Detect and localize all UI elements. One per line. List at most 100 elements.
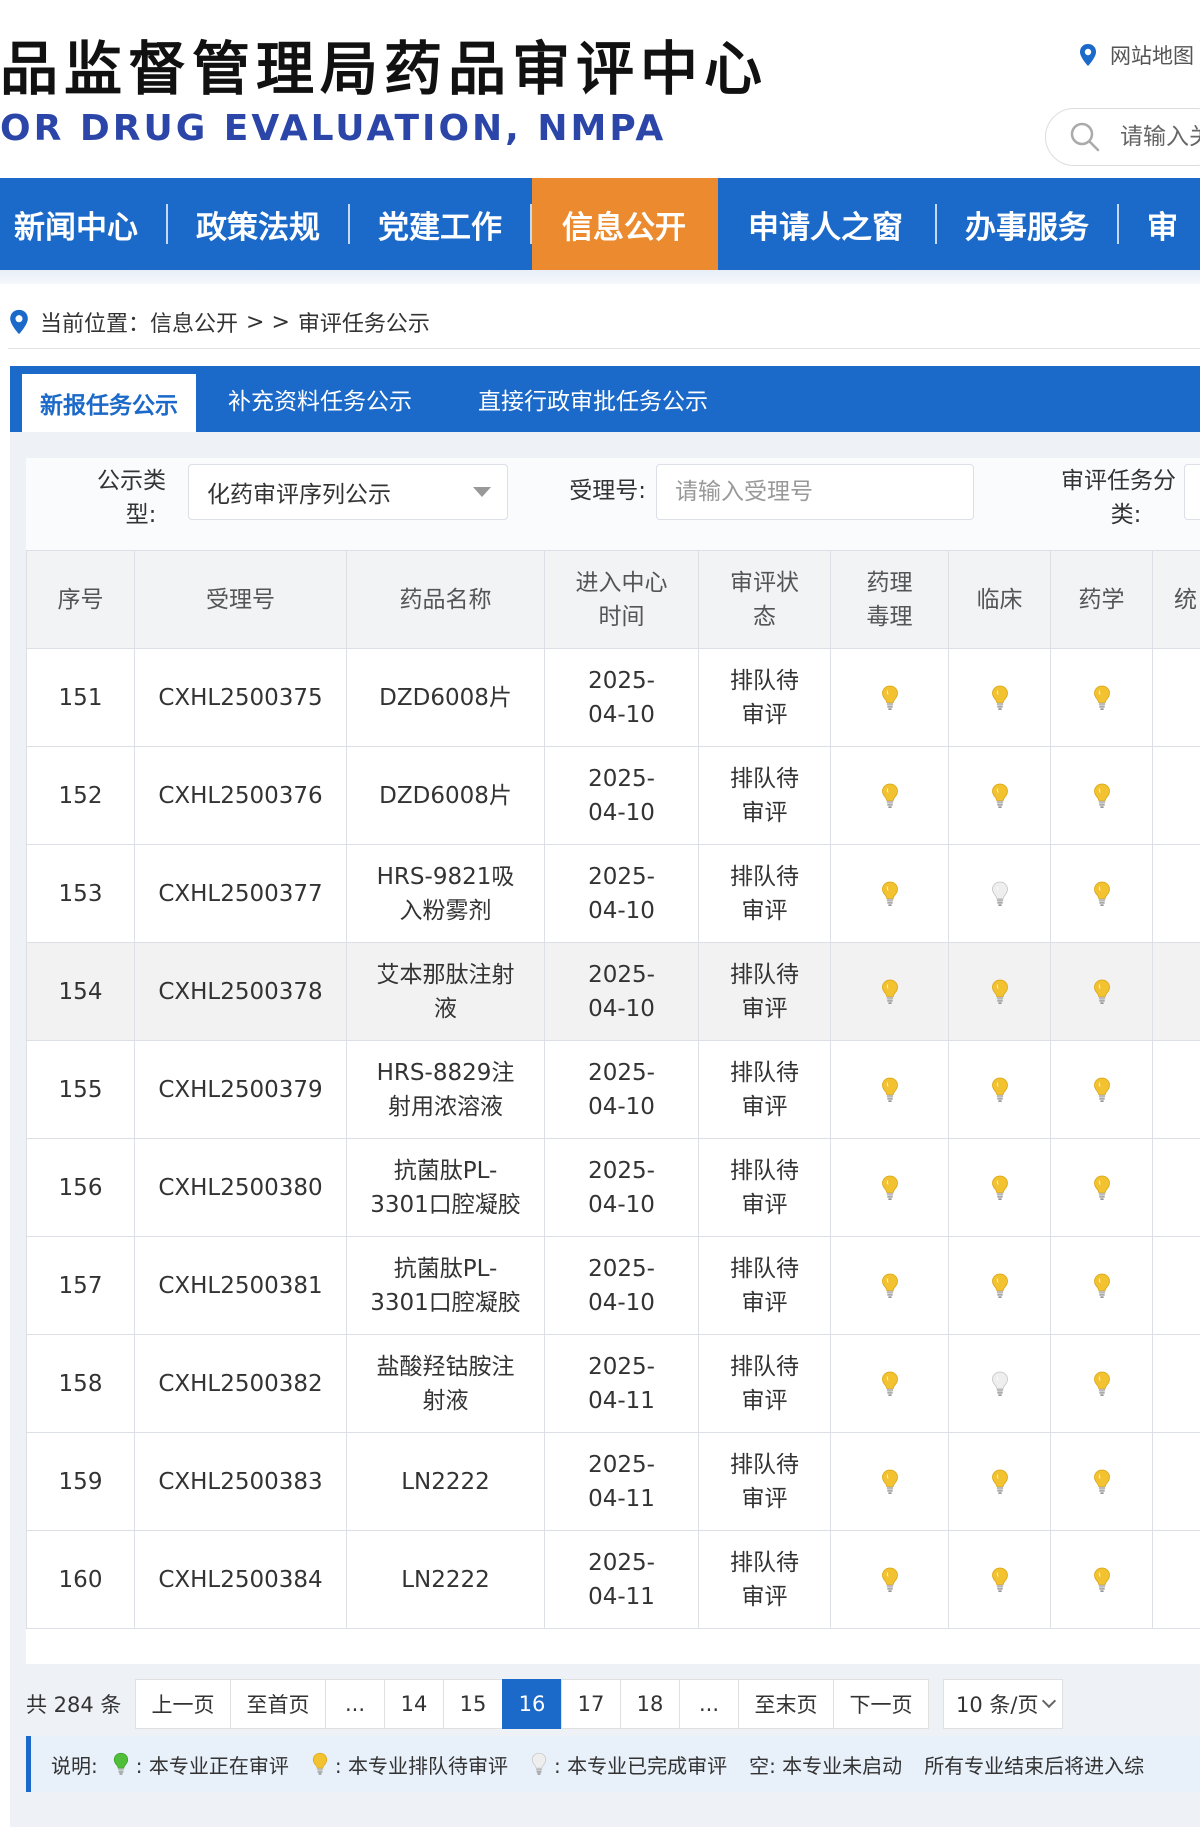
- nav-label: 新闻中心: [14, 209, 138, 246]
- chevron-down-icon: [1041, 1693, 1057, 1709]
- cell-review-status: 排队待 审评: [698, 1236, 831, 1335]
- bulb-yellow-icon: [1093, 685, 1110, 710]
- page-14[interactable]: 14: [384, 1679, 444, 1729]
- cell-pharmacy: [1050, 648, 1153, 747]
- legend-note-text: 所有专业结束后将进入综: [924, 1753, 1145, 1778]
- cell-entry-time: 2025- 04-11: [544, 1530, 699, 1629]
- page-ellipsis[interactable]: ...: [679, 1679, 739, 1729]
- bulb-yellow-icon: [881, 1273, 898, 1298]
- page-size-select[interactable]: 10 条/页: [943, 1679, 1063, 1729]
- table-row[interactable]: 159 CXHL2500383 LN2222 2025- 04-11 排队待 审评: [26, 1432, 1200, 1531]
- cell-accept-no[interactable]: CXHL2500377: [134, 844, 347, 943]
- cell-clinical: [948, 1040, 1051, 1139]
- search-icon[interactable]: [1068, 120, 1102, 154]
- nav-item-policy[interactable]: 政策法规: [168, 178, 348, 270]
- nav-item-info-public[interactable]: 信息公开: [532, 178, 718, 270]
- task-table-wrap: 序号 受理号 药品名称 进入中心 时间 审评状态 药理 毒理 临床 药学 统 151…: [26, 550, 1200, 1664]
- cell-accept-no[interactable]: CXHL2500381: [134, 1236, 347, 1335]
- prev-page-button[interactable]: 上一页: [135, 1679, 231, 1729]
- nav-label: 办事服务: [965, 209, 1089, 246]
- table-row[interactable]: 158 CXHL2500382 盐酸羟钴胺注 射液 2025- 04-11 排队待 审评: [26, 1334, 1200, 1433]
- table-row[interactable]: 153 CXHL2500377 HRS-9821吸 入粉雾剂 2025- 04-10 排队待…: [26, 844, 1200, 943]
- cell-drug-name: 抗菌肽PL- 3301口腔凝胶: [346, 1138, 545, 1237]
- breadcrumb-separator: > >: [246, 309, 290, 335]
- page-15[interactable]: 15: [443, 1679, 503, 1729]
- nav-item-party[interactable]: 党建工作: [350, 178, 530, 270]
- cell-seq: 156: [26, 1138, 135, 1237]
- status-legend: 说明: : 本专业正在审评 : 本专业排队待审评 : 本专业已完成审评 空: 本…: [26, 1736, 1200, 1792]
- tab-direct-approval-tasks[interactable]: 直接行政审批任务公示: [444, 366, 742, 432]
- cell-pharm-tox: [830, 1334, 949, 1433]
- cell-review-status: 排队待 审评: [698, 1432, 831, 1531]
- tab-supplement-tasks[interactable]: 补充资料任务公示: [196, 366, 444, 432]
- site-header: 品监督管理局药品审评中心 OR DRUG EVALUATION, NMPA 网站…: [0, 0, 1200, 180]
- site-search[interactable]: [1045, 108, 1200, 166]
- page-17[interactable]: 17: [561, 1679, 621, 1729]
- cell-entry-time: 2025- 04-10: [544, 1138, 699, 1237]
- search-input[interactable]: [1120, 124, 1200, 150]
- page-18[interactable]: 18: [620, 1679, 680, 1729]
- notice-type-value: 化药审评序列公示: [207, 482, 391, 508]
- site-title[interactable]: 品监督管理局药品审评中心: [0, 22, 768, 106]
- cell-clinical: [948, 1236, 1051, 1335]
- task-class-label-cont: 类:: [1110, 502, 1142, 528]
- tab-new-tasks[interactable]: 新报任务公示: [22, 374, 196, 432]
- page-16-current[interactable]: 16: [502, 1679, 562, 1729]
- bulb-yellow-icon: [312, 1752, 327, 1775]
- table-row[interactable]: 154 CXHL2500378 艾本那肽注射液 2025- 04-10 排队待 审评: [26, 942, 1200, 1041]
- cell-clinical: [948, 746, 1051, 845]
- sitemap-label[interactable]: 网站地图: [1110, 40, 1194, 70]
- cell-statistics: [1152, 1236, 1200, 1335]
- cell-accept-no[interactable]: CXHL2500376: [134, 746, 347, 845]
- cell-clinical: [948, 844, 1051, 943]
- nav-item-applicant[interactable]: 申请人之窗: [718, 178, 935, 270]
- cell-accept-no[interactable]: CXHL2500379: [134, 1040, 347, 1139]
- notice-type-select[interactable]: 化药审评序列公示: [188, 464, 508, 520]
- cell-entry-time: 2025- 04-10: [544, 844, 699, 943]
- cell-statistics: [1152, 1040, 1200, 1139]
- cell-accept-no[interactable]: CXHL2500375: [134, 648, 347, 747]
- next-page-button[interactable]: 下一页: [833, 1679, 929, 1729]
- cell-clinical: [948, 648, 1051, 747]
- accept-no-input[interactable]: [656, 464, 974, 520]
- bulb-yellow-icon: [1093, 979, 1110, 1004]
- cell-accept-no[interactable]: CXHL2500382: [134, 1334, 347, 1433]
- table-row[interactable]: 156 CXHL2500380 抗菌肽PL- 3301口腔凝胶 2025- 04-10 排队…: [26, 1138, 1200, 1237]
- page-ellipsis[interactable]: ...: [325, 1679, 385, 1729]
- bulb-yellow-icon: [881, 1469, 898, 1494]
- col-header-seq: 序号: [26, 550, 135, 649]
- last-page-button[interactable]: 至末页: [738, 1679, 834, 1729]
- type-label-cont: 型:: [125, 502, 157, 528]
- table-row[interactable]: 157 CXHL2500381 抗菌肽PL- 3301口腔凝胶 2025- 04-10 排队…: [26, 1236, 1200, 1335]
- cell-pharm-tox: [830, 1530, 949, 1629]
- sitemap-link[interactable]: 网站地图: [1078, 40, 1194, 70]
- breadcrumb-page[interactable]: 审评任务公示: [298, 306, 430, 338]
- tab-panel: 公示类 型: 化药审评序列公示 受理号: 审评任务分 类: IN 序号 受理号 …: [10, 432, 1200, 1827]
- nav-item-news[interactable]: 新闻中心: [0, 178, 166, 270]
- task-class-select[interactable]: IN: [1184, 464, 1200, 520]
- cell-accept-no[interactable]: CXHL2500384: [134, 1530, 347, 1629]
- first-page-button[interactable]: 至首页: [230, 1679, 326, 1729]
- cell-drug-name: 抗菌肽PL- 3301口腔凝胶: [346, 1236, 545, 1335]
- bulb-yellow-icon: [1093, 1469, 1110, 1494]
- bulb-yellow-icon: [991, 979, 1008, 1004]
- nav-label: 党建工作: [378, 209, 502, 246]
- bulb-yellow-icon: [991, 685, 1008, 710]
- nav-item-services[interactable]: 办事服务: [937, 178, 1117, 270]
- cell-seq: 151: [26, 648, 135, 747]
- cell-accept-no[interactable]: CXHL2500383: [134, 1432, 347, 1531]
- cell-seq: 154: [26, 942, 135, 1041]
- table-row[interactable]: 152 CXHL2500376 DZD6008片 2025- 04-10 排队待 审评: [26, 746, 1200, 845]
- cell-accept-no[interactable]: CXHL2500380: [134, 1138, 347, 1237]
- cell-pharmacy: [1050, 1432, 1153, 1531]
- table-row[interactable]: 151 CXHL2500375 DZD6008片 2025- 04-10 排队待 审评: [26, 648, 1200, 747]
- cell-pharmacy: [1050, 1334, 1153, 1433]
- breadcrumb-section[interactable]: 信息公开: [150, 306, 238, 338]
- cell-drug-name: LN2222: [346, 1530, 545, 1629]
- legend-white-text: : 本专业已完成审评: [553, 1753, 728, 1778]
- bulb-yellow-icon: [881, 881, 898, 906]
- nav-item-review[interactable]: 审: [1119, 178, 1178, 270]
- table-row[interactable]: 155 CXHL2500379 HRS-8829注 射用浓溶液 2025- 04-10 排队…: [26, 1040, 1200, 1139]
- table-row[interactable]: 160 CXHL2500384 LN2222 2025- 04-11 排队待 审评: [26, 1530, 1200, 1629]
- cell-accept-no[interactable]: CXHL2500378: [134, 942, 347, 1041]
